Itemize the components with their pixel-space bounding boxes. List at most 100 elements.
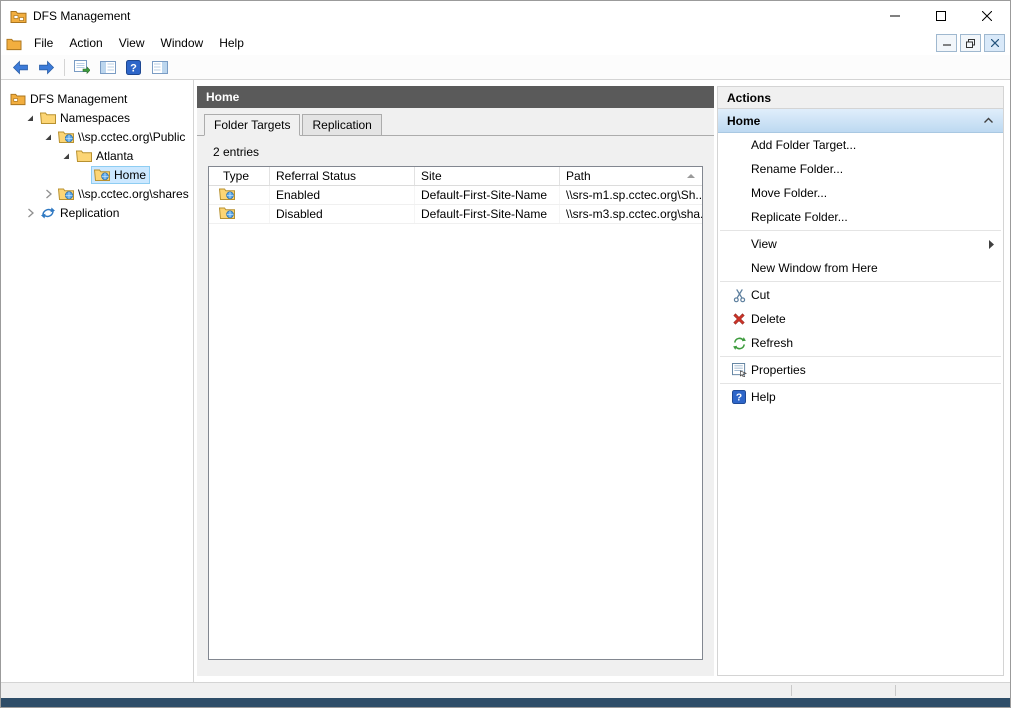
show-action-pane-icon bbox=[151, 60, 168, 74]
tree-item-home[interactable]: Home bbox=[1, 165, 193, 184]
minimize-button[interactable] bbox=[872, 1, 918, 31]
tree-item-atlanta[interactable]: Atlanta bbox=[1, 146, 193, 165]
help-button[interactable]: ? bbox=[121, 56, 146, 78]
mdi-restore-button[interactable] bbox=[960, 34, 981, 52]
tree-item-replication[interactable]: Replication bbox=[1, 203, 193, 222]
forward-button[interactable] bbox=[34, 56, 59, 78]
mdi-minimize-icon bbox=[942, 44, 951, 46]
site-cell: Default-First-Site-Name bbox=[415, 205, 560, 223]
maximize-button[interactable] bbox=[918, 1, 964, 31]
action-label: Rename Folder... bbox=[751, 162, 844, 176]
tree-item-label: DFS Management bbox=[30, 91, 128, 106]
actions-separator bbox=[720, 230, 1001, 231]
results-header-title: Home bbox=[206, 90, 240, 104]
action-view[interactable]: View bbox=[718, 232, 1003, 256]
window-bottom-edge bbox=[1, 698, 1010, 707]
action-properties[interactable]: Properties bbox=[718, 358, 1003, 382]
show-console-tree-icon bbox=[99, 60, 116, 74]
tree-item-label: \\sp.cctec.org\shares bbox=[78, 186, 189, 201]
mdi-minimize-button[interactable] bbox=[936, 34, 957, 52]
mdi-child-icon bbox=[6, 36, 22, 51]
table-row[interactable]: Disabled Default-First-Site-Name \\srs-m… bbox=[209, 205, 702, 224]
menu-file[interactable]: File bbox=[26, 32, 61, 54]
column-header-label: Referral Status bbox=[276, 169, 357, 183]
tree-item-namespace-public[interactable]: \\sp.cctec.org\Public bbox=[1, 127, 193, 146]
expanded-chevron-icon[interactable] bbox=[23, 113, 37, 123]
action-replicate-folder[interactable]: Replicate Folder... bbox=[718, 205, 1003, 229]
action-rename-folder[interactable]: Rename Folder... bbox=[718, 157, 1003, 181]
column-header-site[interactable]: Site bbox=[415, 167, 560, 185]
refresh-icon bbox=[727, 336, 751, 351]
entries-count: 2 entries bbox=[213, 145, 260, 159]
replication-icon bbox=[40, 206, 56, 220]
actions-section-home[interactable]: Home bbox=[718, 109, 1003, 133]
expanded-chevron-icon[interactable] bbox=[41, 132, 55, 142]
toolbar: ? bbox=[1, 55, 1010, 80]
export-list-icon bbox=[73, 60, 90, 74]
collapsed-chevron-icon[interactable] bbox=[41, 188, 55, 200]
action-label: Cut bbox=[751, 288, 770, 302]
tab-replication[interactable]: Replication bbox=[302, 114, 382, 136]
status-pane-separator bbox=[791, 685, 792, 696]
namespace-folder-globe-icon bbox=[58, 187, 74, 201]
show-console-tree-button[interactable] bbox=[95, 56, 120, 78]
dfs-root-icon bbox=[10, 92, 26, 106]
console-tree-panel: DFS Management Namespaces \\sp.cctec.org… bbox=[1, 80, 194, 682]
mdi-close-button[interactable] bbox=[984, 34, 1005, 52]
referral-status-cell: Disabled bbox=[270, 205, 415, 223]
action-label: Help bbox=[751, 390, 776, 404]
collapsed-chevron-icon[interactable] bbox=[23, 207, 37, 219]
tree-item-label: Replication bbox=[60, 205, 120, 220]
back-button[interactable] bbox=[8, 56, 33, 78]
results-header: Home bbox=[197, 86, 714, 108]
column-header-referral-status[interactable]: Referral Status bbox=[270, 167, 415, 185]
expanded-chevron-icon[interactable] bbox=[59, 151, 73, 161]
action-new-window-from-here[interactable]: New Window from Here bbox=[718, 256, 1003, 280]
tab-folder-targets[interactable]: Folder Targets bbox=[204, 114, 301, 136]
tree-item-dfs-management[interactable]: DFS Management bbox=[1, 89, 193, 108]
tree-item-label: \\sp.cctec.org\Public bbox=[78, 129, 186, 144]
show-action-pane-button[interactable] bbox=[147, 56, 172, 78]
cut-icon bbox=[727, 288, 751, 303]
path-cell: \\srs-m1.sp.cctec.org\Sh... bbox=[566, 188, 702, 202]
tree-item-label: Namespaces bbox=[60, 110, 131, 125]
column-header-label: Type bbox=[223, 169, 250, 183]
collapse-section-icon[interactable] bbox=[983, 117, 994, 124]
action-help[interactable]: ? Help bbox=[718, 385, 1003, 409]
close-button[interactable] bbox=[964, 1, 1010, 31]
action-delete[interactable]: Delete bbox=[718, 307, 1003, 331]
menubar: File Action View Window Help bbox=[1, 31, 1010, 55]
action-refresh[interactable]: Refresh bbox=[718, 331, 1003, 355]
tree-item-namespaces[interactable]: Namespaces bbox=[1, 108, 193, 127]
back-icon bbox=[12, 60, 28, 74]
mdi-restore-icon bbox=[966, 38, 975, 48]
close-icon bbox=[982, 11, 992, 21]
actions-section-label: Home bbox=[727, 113, 761, 128]
titlebar: DFS Management bbox=[1, 1, 1010, 31]
menu-view[interactable]: View bbox=[111, 32, 153, 54]
folder-target-icon bbox=[218, 187, 235, 203]
action-cut[interactable]: Cut bbox=[718, 283, 1003, 307]
action-move-folder[interactable]: Move Folder... bbox=[718, 181, 1003, 205]
dfs-app-icon bbox=[10, 8, 27, 24]
export-list-button[interactable] bbox=[69, 56, 94, 78]
minimize-icon bbox=[890, 15, 900, 17]
tabstrip: Folder Targets Replication bbox=[197, 114, 714, 136]
actions-panel-header: Actions bbox=[718, 87, 1003, 109]
menu-help[interactable]: Help bbox=[211, 32, 252, 54]
action-label: Move Folder... bbox=[751, 186, 828, 200]
action-label: Properties bbox=[751, 363, 806, 377]
tree-item-namespace-shares[interactable]: \\sp.cctec.org\shares bbox=[1, 184, 193, 203]
column-header-type[interactable]: Type bbox=[209, 167, 270, 185]
column-header-label: Site bbox=[421, 169, 442, 183]
table-row[interactable]: Enabled Default-First-Site-Name \\srs-m1… bbox=[209, 186, 702, 205]
menu-action[interactable]: Action bbox=[61, 32, 110, 54]
action-add-folder-target[interactable]: Add Folder Target... bbox=[718, 133, 1003, 157]
actions-separator bbox=[720, 356, 1001, 357]
tree-item-label: Home bbox=[114, 167, 147, 182]
column-header-path[interactable]: Path bbox=[560, 167, 702, 185]
action-label: New Window from Here bbox=[751, 261, 878, 275]
sort-ascending-icon bbox=[687, 174, 695, 178]
menu-window[interactable]: Window bbox=[153, 32, 212, 54]
folder-icon bbox=[76, 149, 92, 163]
